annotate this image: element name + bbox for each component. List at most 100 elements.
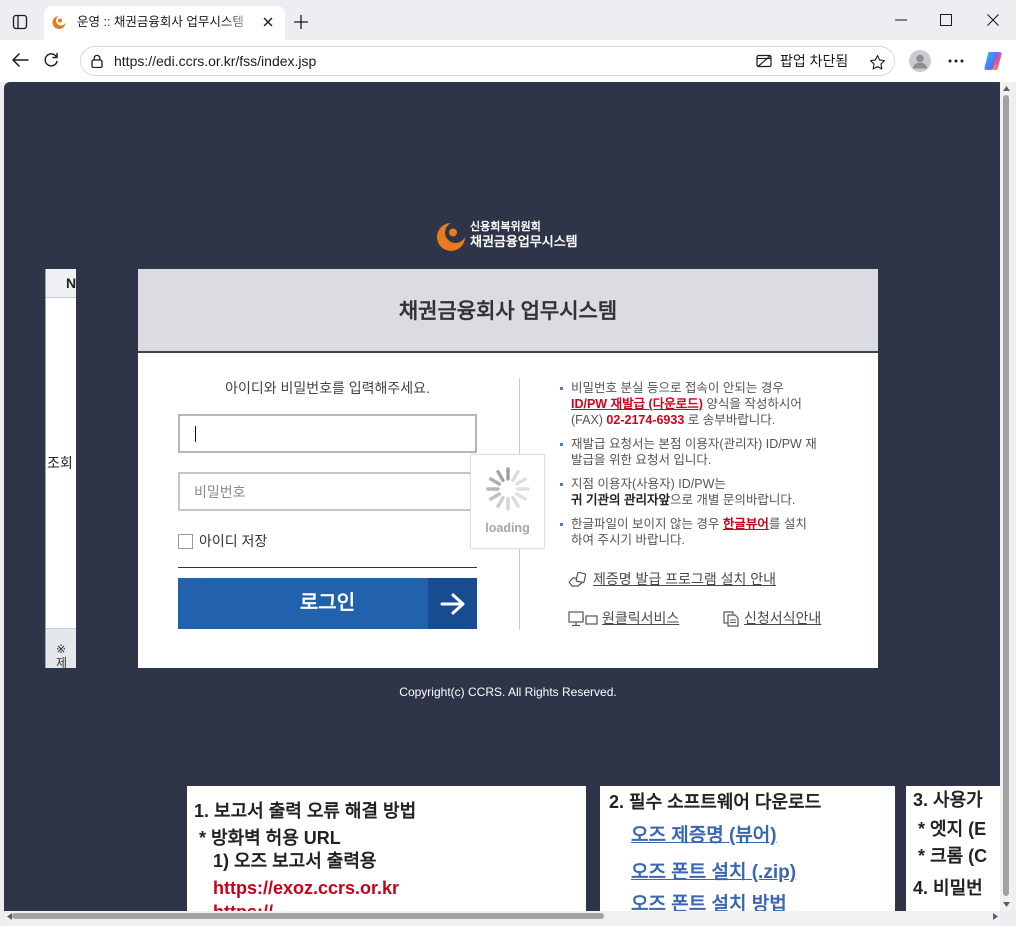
guide-line: * 방화벽 허용 URL — [194, 828, 341, 848]
background-table-panel: N 조회 ※ 제 — [45, 269, 76, 668]
bullet-icon — [560, 387, 563, 390]
notice-text-segment: 양식을 작성하시어 — [702, 397, 802, 411]
favorite-star-icon[interactable] — [868, 53, 886, 71]
bullet-icon — [560, 523, 563, 526]
copyright-text: Copyright(c) CCRS. All Rights Reserved. — [399, 685, 617, 699]
loading-spinner-icon — [483, 464, 533, 514]
notice-line: (FAX) 02-2174-6933 로 송부바랍니다. — [571, 412, 802, 428]
scroll-down-arrow-icon[interactable] — [1002, 900, 1010, 908]
notice-emphasis: 귀 기관의 관리자앞 — [571, 493, 670, 507]
one-click-service-link[interactable]: 원클릭서비스 — [568, 609, 696, 629]
application-form-guide-label: 신청서식안내 — [744, 610, 822, 626]
application-form-guide-link[interactable]: 신청서식안내 — [722, 609, 834, 629]
horizontal-scroll-thumb[interactable] — [12, 913, 604, 919]
guide-heading: 4. 비밀번 — [913, 878, 983, 898]
login-button[interactable]: 로그인 — [178, 578, 477, 629]
notice-line: 하여 주시기 바랍니다. — [571, 533, 685, 547]
one-click-monitor-icon — [568, 611, 598, 627]
bullet-icon — [560, 443, 563, 446]
ccrs-logo-icon — [435, 220, 467, 252]
notice-text-segment: 를 설치 — [768, 517, 807, 531]
background-table-footer-line: 제 — [56, 656, 68, 668]
guide-line: * 엣지 (E — [913, 819, 987, 839]
certificate-program-guide-link[interactable]: 제증명 발급 프로그램 설치 안내 — [568, 570, 776, 590]
copilot-icon[interactable] — [982, 50, 1004, 72]
notice-text-segment: 로 송부바랍니다. — [684, 413, 776, 427]
profile-avatar-icon[interactable] — [908, 49, 932, 73]
close-window-icon[interactable] — [981, 8, 1005, 32]
background-table-row-text: 조회 — [47, 455, 73, 471]
background-table-header: N — [46, 269, 76, 298]
refresh-icon[interactable] — [40, 49, 62, 71]
tab-title: 운영 :: 채권금융회사 업무시스템 — [77, 15, 244, 29]
scroll-right-arrow-icon[interactable] — [991, 913, 999, 920]
address-bar[interactable]: https://edi.ccrs.or.kr/fss/index.jsp 팝업 … — [80, 46, 895, 76]
tab-strip: 운영 :: 채권금융회사 업무시스템 — [0, 0, 1016, 40]
notice-text: 지점 이용자(사용자) ID/PW는 귀 기관의 관리자앞으로 개별 문의바랍니… — [571, 476, 795, 508]
report-error-guide-panel: 1. 보고서 출력 오류 해결 방법 * 방화벽 허용 URL 1) 오즈 보고… — [187, 786, 586, 911]
loading-label: loading — [485, 521, 530, 535]
minimize-window-icon[interactable] — [889, 12, 913, 28]
close-tab-icon[interactable] — [262, 16, 274, 28]
arrow-right-icon — [428, 578, 477, 629]
hwp-viewer-link[interactable]: 한글뷰어 — [723, 517, 769, 531]
oz-font-install-zip-link[interactable]: 오즈 폰트 설치 (.zip) — [631, 862, 796, 884]
notice-text: 재발급 요청서는 본점 이용자(관리자) ID/PW 재 발급을 위한 요청서 … — [571, 436, 817, 468]
certificate-program-guide-label: 제증명 발급 프로그램 설치 안내 — [593, 571, 776, 587]
id-pw-reissue-download-link[interactable]: ID/PW 재발급 (다운로드) — [571, 397, 703, 411]
bullet-icon — [560, 483, 563, 486]
more-options-icon[interactable] — [945, 50, 967, 72]
logo-system-name: 채권금융업무시스템 — [470, 234, 578, 249]
popup-blocked-icon — [755, 53, 772, 69]
lock-icon[interactable] — [89, 53, 105, 69]
tab-actions-icon[interactable] — [10, 12, 30, 32]
user-id-input[interactable] — [178, 414, 477, 453]
notice-line: 비밀번호 분실 등으로 접속이 안되는 경우 — [571, 381, 784, 395]
oz-certificate-viewer-link[interactable]: 오즈 제증명 (뷰어) — [631, 825, 777, 847]
firewall-url: https:// — [213, 901, 273, 911]
url-text[interactable]: https://edi.ccrs.or.kr/fss/index.jsp — [114, 47, 316, 75]
remember-id-checkbox[interactable] — [178, 534, 193, 549]
notice-line: 지점 이용자(사용자) ID/PW는 — [571, 477, 726, 491]
background-table-footer-line: ※ — [56, 642, 67, 656]
login-instruction: 아이디와 비밀번호를 입력해주세요. — [225, 380, 430, 396]
certificate-program-icon — [568, 571, 587, 588]
popup-blocked-label: 팝업 차단됨 — [780, 53, 849, 69]
new-tab-icon[interactable] — [292, 13, 310, 31]
vertical-scrollbar[interactable] — [1000, 82, 1012, 911]
notice-line: 발급을 위한 요청서 입니다. — [571, 453, 712, 467]
horizontal-scrollbar[interactable] — [4, 911, 1000, 922]
login-panel-title: 채권금융회사 업무시스템 — [138, 269, 878, 353]
notice-text-segment: (FAX) — [571, 413, 607, 427]
remember-id-label[interactable]: 아이디 저장 — [199, 532, 267, 551]
logo-organization-name: 신용회복위원회 — [470, 221, 541, 233]
login-panel: 채권금융회사 업무시스템 아이디와 비밀번호를 입력해주세요. 아이디 저장 로… — [138, 269, 878, 668]
site-favicon-icon — [51, 14, 67, 30]
guide-line: * 크롬 (C — [913, 846, 988, 866]
background-table-footer: ※ 제 — [46, 628, 76, 668]
fax-number: 02-2174-6933 — [606, 413, 685, 427]
one-click-service-label: 원클릭서비스 — [602, 610, 680, 626]
back-arrow-icon[interactable] — [9, 49, 31, 71]
firewall-url: https://exoz.ccrs.or.kr — [213, 878, 400, 898]
text-cursor — [195, 426, 196, 442]
notice-text: 한글파일이 보이지 않는 경우 한글뷰어를 설치 하여 주시기 바랍니다. — [571, 516, 807, 548]
browser-toolbar: https://edi.ccrs.or.kr/fss/index.jsp 팝업 … — [0, 40, 1016, 82]
guide-heading: 3. 사용가 — [913, 790, 983, 810]
notice-text-segment: 으로 개별 문의바랍니다. — [669, 493, 796, 507]
active-tab[interactable]: 운영 :: 채권금융회사 업무시스템 — [44, 6, 285, 40]
scroll-up-arrow-icon[interactable] — [1002, 84, 1010, 92]
software-download-panel: 2. 필수 소프트웨어 다운로드 오즈 제증명 (뷰어) 오즈 폰트 설치 (.… — [600, 786, 895, 911]
guide-heading: 2. 필수 소프트웨어 다운로드 — [609, 792, 822, 812]
vertical-scroll-thumb[interactable] — [1003, 95, 1009, 896]
background-table-header-label: N — [66, 275, 76, 291]
notice-text: 비밀번호 분실 등으로 접속이 안되는 경우 ID/PW 재발급 (다운로드) … — [571, 380, 802, 428]
oz-font-install-guide-link[interactable]: 오즈 폰트 설치 방법 — [631, 894, 787, 911]
notice-text-segment: 한글파일이 보이지 않는 경우 — [571, 517, 723, 531]
maximize-window-icon[interactable] — [934, 8, 958, 32]
application-form-icon — [722, 611, 739, 627]
supported-browser-panel: 3. 사용가 * 엣지 (E * 크롬 (C 4. 비밀번 — [906, 786, 1000, 911]
notice-line: ID/PW 재발급 (다운로드) 양식을 작성하시어 — [571, 396, 802, 412]
password-input[interactable] — [178, 472, 477, 511]
form-divider — [178, 567, 477, 568]
